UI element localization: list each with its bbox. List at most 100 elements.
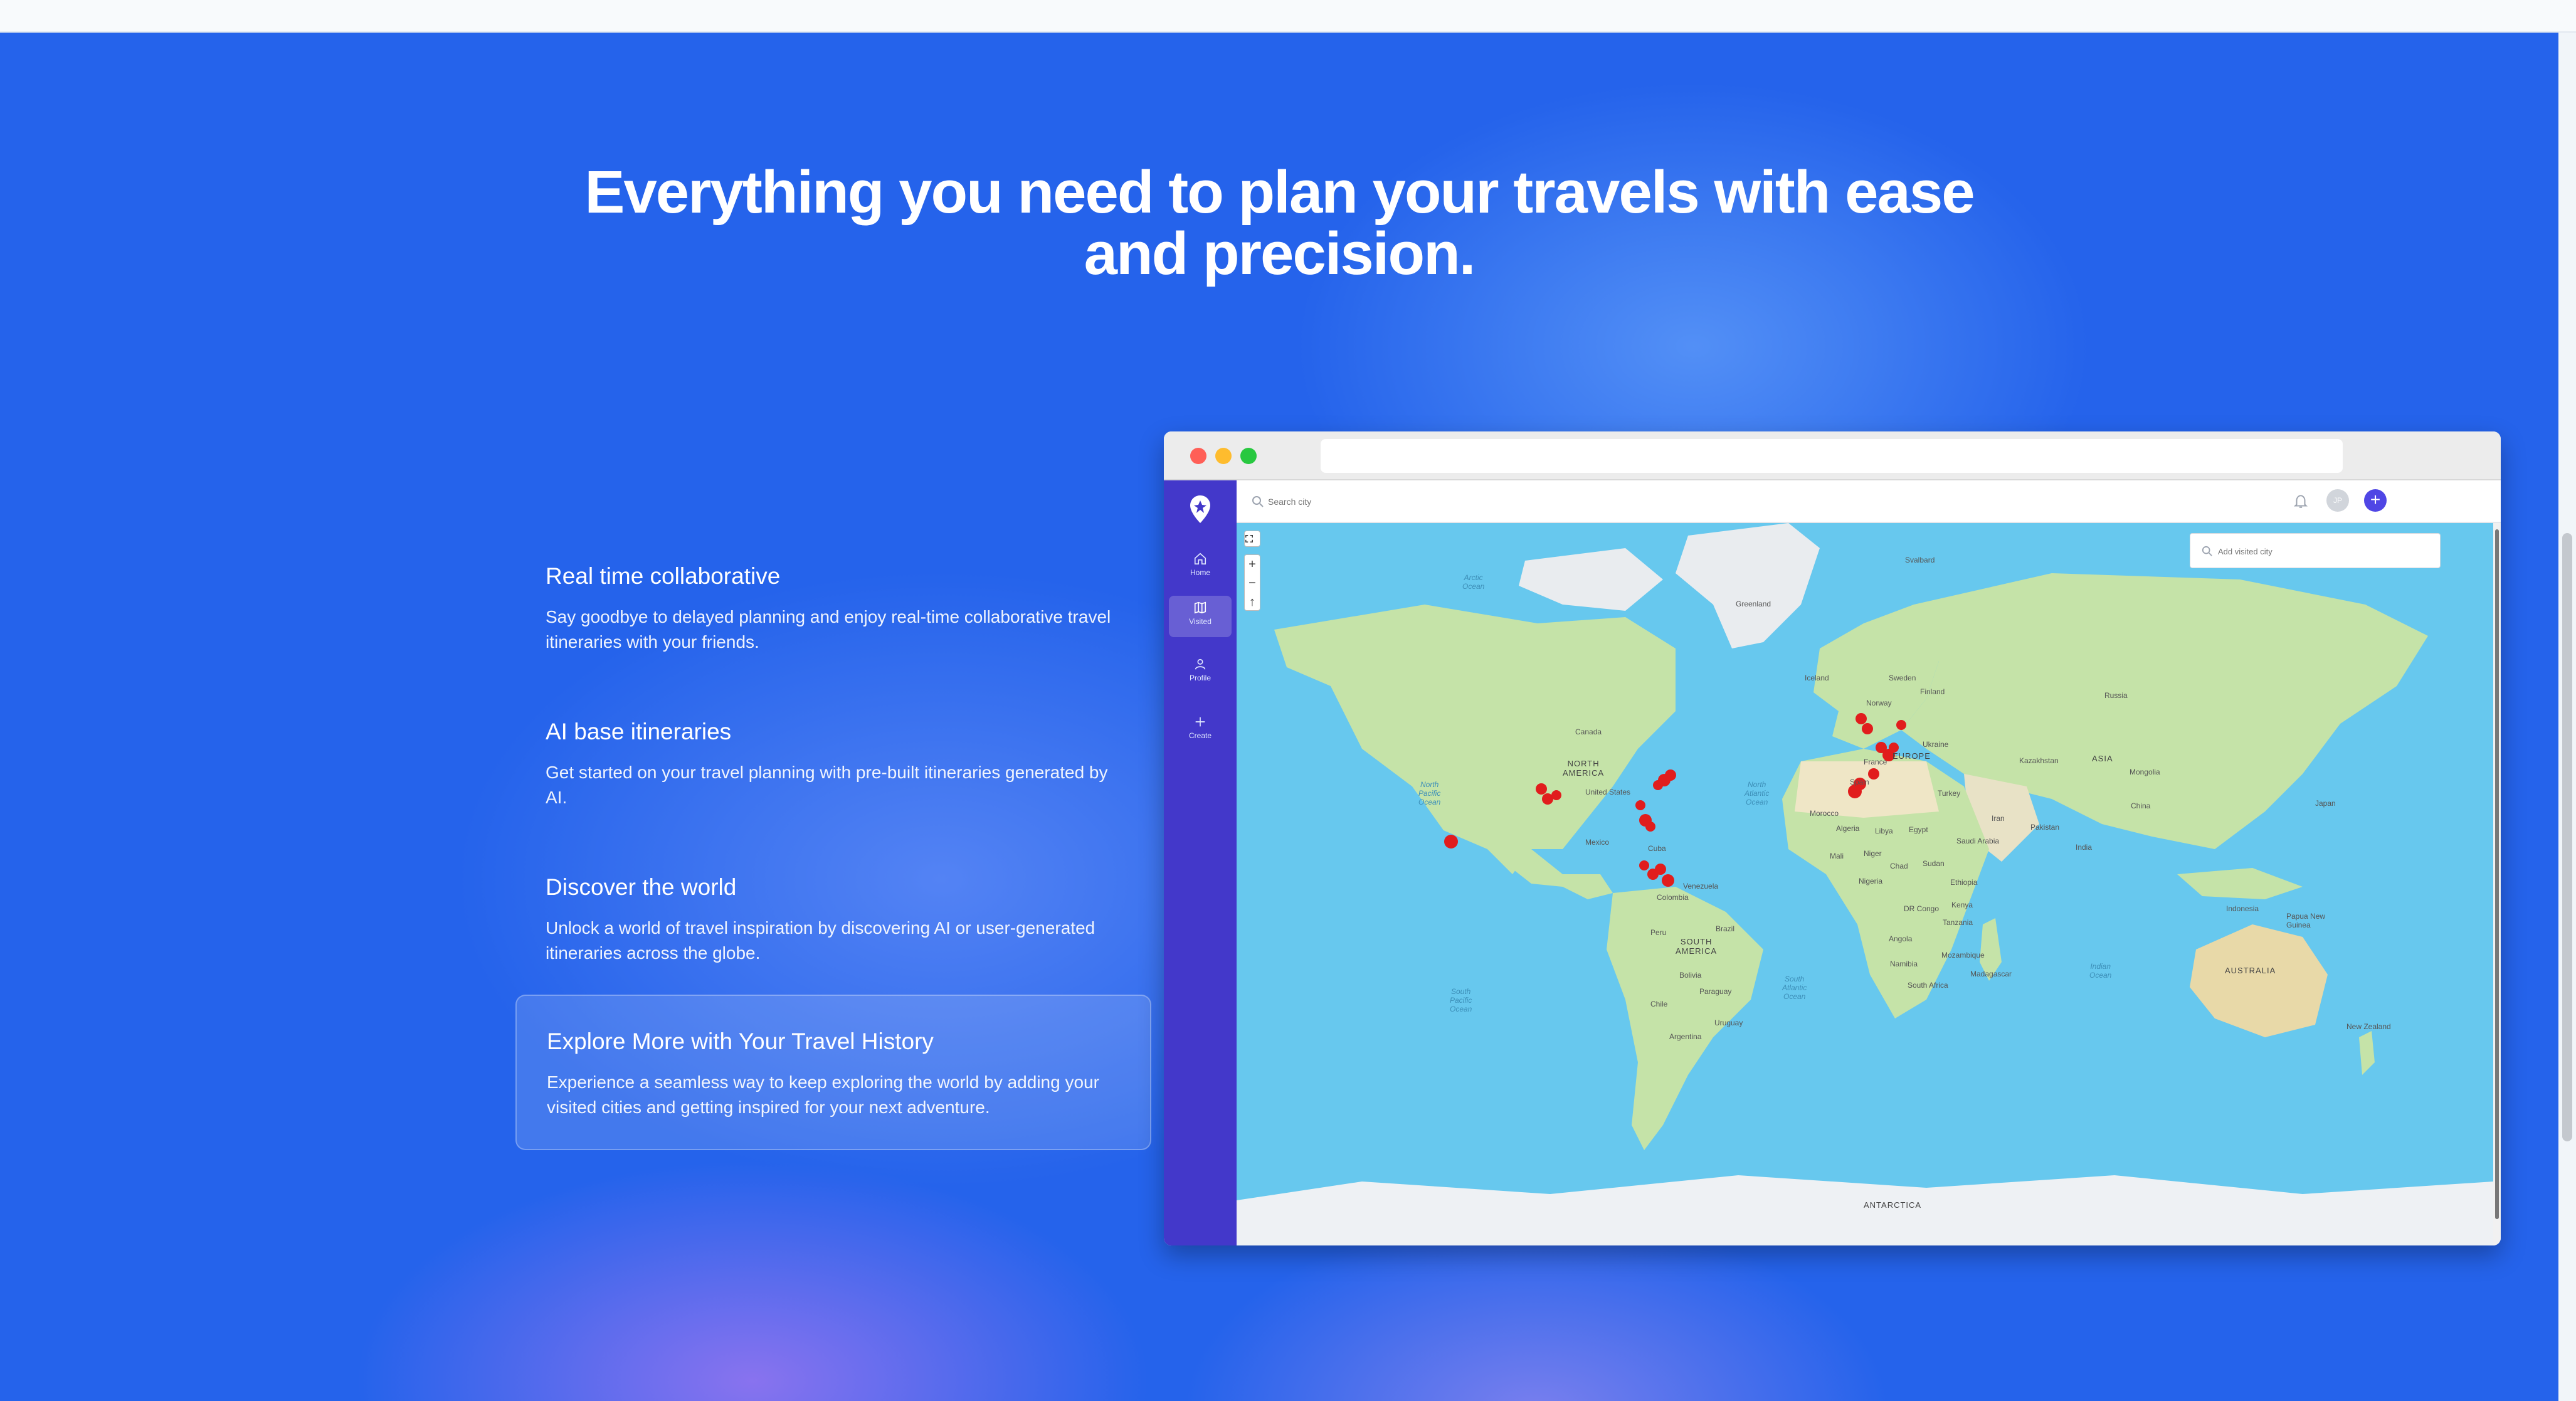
marker-icon	[1645, 822, 1655, 832]
add-button[interactable]: +	[2364, 489, 2387, 512]
map-label: Libya	[1875, 827, 1893, 835]
map-label: Brazil	[1716, 924, 1735, 933]
map-label: Mozambique	[1941, 951, 1985, 960]
marker-icon	[1551, 790, 1561, 800]
app-scrollbar-thumb[interactable]	[2495, 529, 2499, 1219]
map-label: Turkey	[1938, 789, 1961, 798]
browser-chrome	[1164, 431, 2501, 480]
pin-logo-icon	[1190, 495, 1210, 523]
zoom-in-button[interactable]: +	[1245, 555, 1260, 574]
feature-title: Real time collaborative	[546, 563, 781, 589]
sidebar-item-home[interactable]: Home	[1169, 547, 1232, 588]
minimize-dot-icon	[1215, 448, 1232, 464]
map-label: Nigeria	[1859, 877, 1883, 886]
close-dot-icon	[1190, 448, 1206, 464]
map-label: Morocco	[1810, 809, 1839, 818]
map-label: Ethiopia	[1950, 878, 1978, 887]
marker-icon	[1662, 874, 1674, 887]
app-sidebar: Home Visited Profile Create	[1164, 480, 1237, 1245]
maximize-dot-icon	[1240, 448, 1257, 464]
zoom-controls: + − ↑	[1244, 554, 1260, 611]
marker-icon	[1653, 780, 1663, 790]
map-label: Madagascar	[1970, 970, 2012, 978]
map-label: Ukraine	[1923, 740, 1949, 749]
feature-title: AI base itineraries	[546, 719, 732, 744]
map-label: Sudan	[1923, 859, 1945, 868]
land-new-zealand	[2359, 1031, 2375, 1075]
map-label: Kazakhstan	[2019, 756, 2059, 765]
map-label: Papua New Guinea	[2286, 912, 2326, 929]
feature-ai-itineraries[interactable]: AI base itineraries Get started on your …	[515, 717, 1151, 810]
marker-icon	[1848, 785, 1862, 798]
map-label: Pakistan	[2030, 823, 2060, 832]
map-label-ocean: North Atlantic Ocean	[1745, 780, 1770, 806]
fullscreen-icon	[1245, 535, 1253, 542]
marker-icon	[1655, 864, 1666, 875]
land-indonesia	[2177, 868, 2303, 899]
search-icon	[2202, 546, 2212, 556]
map-label: Saudi Arabia	[1956, 837, 2000, 845]
feature-description: Say goodbye to delayed planning and enjo…	[546, 607, 1111, 652]
search-city-input[interactable]	[1268, 492, 1519, 512]
map-label: Indonesia	[2226, 904, 2259, 913]
land-arctic-islands	[1519, 548, 1663, 611]
feature-travel-history[interactable]: Explore More with Your Travel History Ex…	[515, 995, 1151, 1150]
map-label: Tanzania	[1943, 918, 1973, 927]
map-label-ocean: North Pacific Ocean	[1418, 780, 1441, 806]
address-bar	[1321, 439, 2343, 473]
map-label: Namibia	[1890, 960, 1918, 968]
map-label: Japan	[2315, 799, 2336, 808]
zoom-out-button[interactable]: −	[1245, 574, 1260, 593]
map-label: Paraguay	[1699, 987, 1732, 996]
sidebar-item-label: Profile	[1189, 674, 1211, 682]
feature-title: Discover the world	[546, 874, 737, 900]
map-label-ocean: Indian Ocean	[2089, 962, 2112, 980]
sidebar-item-create[interactable]: Create	[1169, 710, 1232, 751]
avatar[interactable]: JP	[2326, 489, 2349, 512]
map-label: Mongolia	[2130, 768, 2160, 776]
map-label: Sweden	[1889, 674, 1916, 682]
map-label: New Zealand	[2346, 1022, 2391, 1031]
app-preview-window: Home Visited Profile Create JP +	[1164, 431, 2501, 1245]
map-label: Argentina	[1669, 1032, 1702, 1041]
map-label: EUROPE	[1892, 751, 1931, 761]
search-icon	[1252, 496, 1264, 507]
compass-button[interactable]: ↑	[1245, 593, 1260, 611]
sidebar-item-profile[interactable]: Profile	[1169, 652, 1232, 694]
map-label: Svalbard	[1905, 556, 1935, 564]
map-label: United States	[1585, 788, 1631, 796]
map-label: Russia	[2104, 691, 2128, 700]
page-scrollbar-thumb[interactable]	[2562, 533, 2572, 1141]
map-label: Chad	[1890, 862, 1908, 870]
map-label: NORTH AMERICA	[1563, 759, 1605, 778]
marker-icon	[1855, 713, 1867, 724]
feature-realtime[interactable]: Real time collaborative Say goodbye to d…	[515, 562, 1151, 655]
top-nav-bar	[0, 0, 2576, 33]
fullscreen-button[interactable]	[1244, 531, 1260, 547]
feature-description: Experience a seamless way to keep explor…	[547, 1072, 1099, 1117]
map-label: India	[2076, 843, 2093, 852]
land-antarctica	[1237, 1175, 2493, 1245]
feature-discover[interactable]: Discover the world Unlock a world of tra…	[515, 873, 1151, 966]
marker-icon	[1635, 800, 1645, 810]
sidebar-item-label: Create	[1188, 731, 1212, 740]
app-scrollbar[interactable]	[2493, 523, 2501, 1245]
app-header: JP +	[1237, 480, 2501, 523]
map-label: SOUTH AMERICA	[1676, 937, 1718, 956]
land-central-america	[1487, 849, 1613, 899]
map-label: Uruguay	[1714, 1018, 1743, 1027]
map-label: Cuba	[1648, 844, 1666, 853]
bell-icon[interactable]	[2293, 493, 2309, 509]
map-label: ANTARCTICA	[1864, 1200, 1922, 1210]
add-visited-city-box	[2190, 533, 2441, 568]
land-north-america	[1274, 605, 1676, 874]
map-label: Canada	[1575, 727, 1602, 736]
world-map[interactable]: Greenland Canada NORTH AMERICA United St…	[1237, 523, 2493, 1245]
feature-description: Unlock a world of travel inspiration by …	[546, 918, 1095, 963]
map-icon	[1194, 601, 1206, 614]
map-label: Bolivia	[1679, 971, 1702, 980]
map-label: Algeria	[1836, 824, 1860, 833]
map-label: Iran	[1992, 814, 2005, 823]
add-visited-city-input[interactable]	[2218, 541, 2431, 561]
sidebar-item-visited[interactable]: Visited	[1169, 596, 1232, 637]
